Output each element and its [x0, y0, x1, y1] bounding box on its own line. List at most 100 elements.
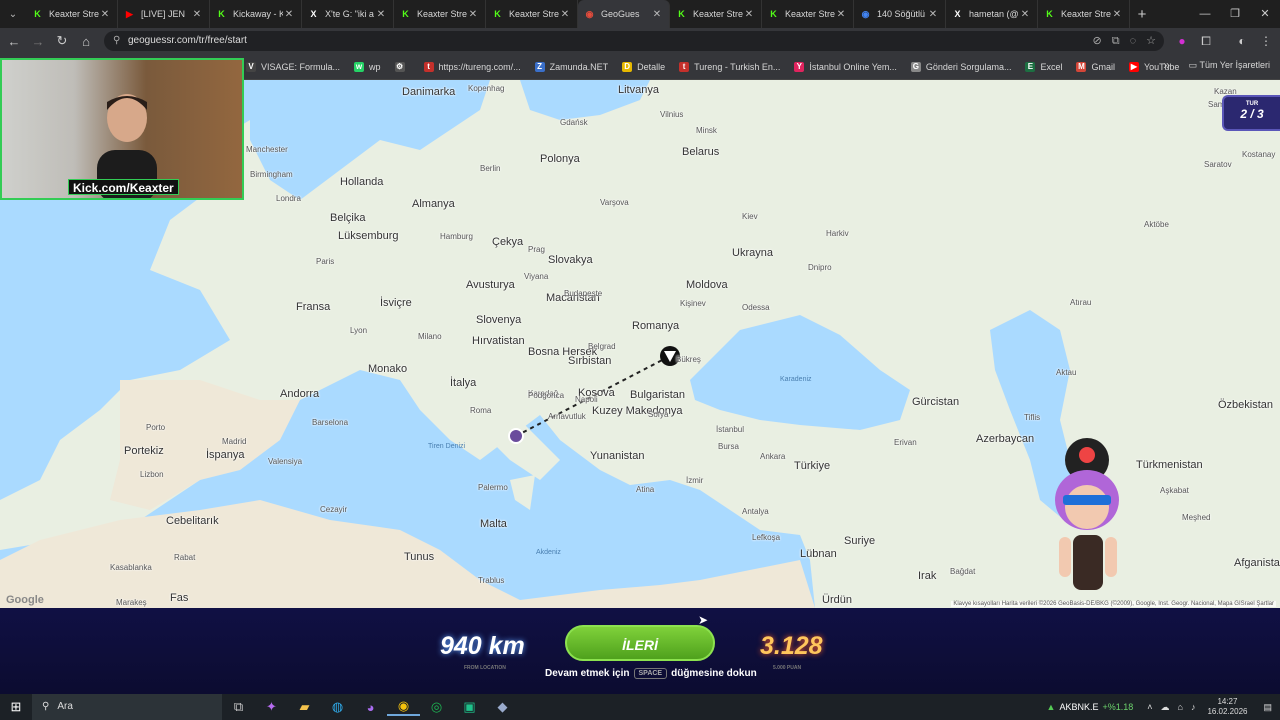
- task-view-icon[interactable]: ⧉: [222, 699, 255, 715]
- spotify-icon[interactable]: ◎: [420, 699, 453, 715]
- site-info-icon[interactable]: ⚲: [113, 31, 120, 51]
- map-label: Lyon: [350, 326, 368, 335]
- tab-close-icon[interactable]: ✕: [191, 9, 203, 20]
- stock-chart-icon: ▲: [1046, 702, 1056, 712]
- file-explorer-icon[interactable]: ▰: [288, 699, 321, 715]
- tab-close-icon[interactable]: ✕: [559, 9, 571, 20]
- bookmark-item[interactable]: Y İstanbul Online Yem...: [794, 61, 897, 72]
- tab-close-icon[interactable]: ✕: [467, 9, 479, 20]
- eye-off-icon[interactable]: ⊘: [1093, 31, 1102, 51]
- tab-item[interactable]: Xhametan (@ ✕: [946, 0, 1038, 28]
- extension-icon[interactable]: ●: [1172, 31, 1192, 51]
- minimize-icon[interactable]: —: [1190, 0, 1220, 28]
- copilot-icon[interactable]: ✦: [255, 699, 288, 715]
- bookmark-star-icon[interactable]: ☆: [1146, 31, 1156, 51]
- tab-close-icon[interactable]: ✕: [927, 9, 939, 20]
- bookmark-item[interactable]: t Tureng - Turkish En...: [679, 61, 780, 72]
- new-tab-button[interactable]: +: [1130, 6, 1154, 23]
- steam-icon[interactable]: ◆: [486, 699, 519, 715]
- bookmark-item[interactable]: E Excel: [1025, 61, 1062, 72]
- map-label: Danimarka: [402, 86, 456, 98]
- bookmark-item[interactable]: D Detalle: [622, 61, 665, 72]
- bookmark-item[interactable]: ▶ YouTube: [1128, 61, 1179, 72]
- distance-caption: FROM LOCATION: [464, 665, 506, 671]
- map-label: İspanya: [206, 449, 245, 461]
- bookmark-favicon-icon: ▶: [1128, 61, 1139, 72]
- tab-title: Keaxter Strea: [785, 9, 835, 19]
- tab-close-icon[interactable]: ✕: [99, 9, 111, 20]
- extensions-puzzle-icon[interactable]: ⧠: [1196, 31, 1216, 51]
- bookmark-item[interactable]: V VISAGE: Formula...: [246, 61, 340, 72]
- tab-close-icon[interactable]: ✕: [835, 9, 847, 20]
- map-label: Avusturya: [466, 279, 515, 291]
- tray-overflow-icon[interactable]: ˄: [1147, 702, 1152, 712]
- tab-close-icon[interactable]: ✕: [283, 9, 295, 20]
- bookmark-item[interactable]: Z Zamunda.NET: [534, 61, 608, 72]
- tab-item[interactable]: K Keaxter Strea ✕: [486, 0, 578, 28]
- tab-item[interactable]: X X'te G: "iki a ✕: [302, 0, 394, 28]
- guess-marker[interactable]: [508, 428, 524, 444]
- next-round-button[interactable]: İLERİ: [565, 625, 715, 661]
- tab-close-icon[interactable]: ✕: [651, 9, 663, 20]
- stock-name[interactable]: AKBNK.E: [1059, 702, 1098, 712]
- forward-icon[interactable]: →: [26, 34, 50, 49]
- tab-close-icon[interactable]: ✕: [1019, 9, 1031, 20]
- map-label: Belarus: [682, 146, 720, 158]
- map-label: Viyana: [524, 272, 549, 281]
- address-bar[interactable]: ⚲ geoguessr.com/tr/free/start ⊘ ⧉ ◌ ☆: [104, 31, 1164, 51]
- bookmark-item[interactable]: M Gmail: [1076, 61, 1115, 72]
- windows-start-icon[interactable]: ⊞: [0, 699, 32, 715]
- map-label: Polonya: [540, 153, 580, 165]
- mascot-avatar: [1055, 438, 1119, 590]
- bookmark-item[interactable]: ⚙: [394, 61, 410, 72]
- clock[interactable]: 14:27 16.02.2026: [1207, 697, 1247, 717]
- chrome-icon[interactable]: ◉: [387, 698, 420, 716]
- tab-item[interactable]: K Keaxter Strea ✕: [670, 0, 762, 28]
- network-icon[interactable]: ⌂: [1178, 702, 1183, 712]
- app-icon[interactable]: ▣: [453, 699, 486, 715]
- edge-icon[interactable]: ◍: [321, 699, 354, 715]
- close-window-icon[interactable]: ✕: [1250, 0, 1280, 28]
- map-label: Kiev: [742, 212, 758, 221]
- bookmark-item[interactable]: w wp: [354, 61, 381, 72]
- volume-icon[interactable]: ♪: [1191, 702, 1196, 712]
- back-icon[interactable]: ←: [2, 34, 26, 49]
- tab-close-icon[interactable]: ✕: [743, 9, 755, 20]
- taskbar-search[interactable]: ⚲ Ara: [32, 694, 222, 720]
- map-label: Ankara: [760, 452, 786, 461]
- install-icon[interactable]: ⧉: [1112, 31, 1120, 51]
- menu-icon[interactable]: ⋮: [1256, 31, 1276, 51]
- tab-item[interactable]: K Keaxter Strea ✕: [762, 0, 854, 28]
- tab-item[interactable]: K Kickaway - K ✕: [210, 0, 302, 28]
- tab-item[interactable]: ◉ 140 Söğütlü ✕: [854, 0, 946, 28]
- map-label: Romanya: [632, 320, 680, 332]
- tab-search-chevron-icon[interactable]: ⌄: [0, 9, 26, 20]
- hint-suffix: düğmesine dokun: [671, 668, 757, 679]
- tab-item[interactable]: K Keaxter Strea ✕: [1038, 0, 1130, 28]
- discord-icon[interactable]: ◕: [354, 700, 387, 715]
- tab-favicon-icon: K: [770, 8, 777, 19]
- notifications-icon[interactable]: ▤: [1263, 702, 1272, 713]
- restore-icon[interactable]: ❐: [1220, 0, 1250, 28]
- map-label: İstanbul: [716, 425, 745, 434]
- bookmark-favicon-icon: ⚙: [394, 61, 405, 72]
- tab-item[interactable]: ◉ GeoGues ✕: [578, 0, 670, 28]
- all-bookmarks-link[interactable]: ▭ Tüm Yer İşaretleri: [1189, 60, 1270, 71]
- tab-item[interactable]: K Keaxter Strea ✕: [394, 0, 486, 28]
- map-label: Paris: [316, 257, 335, 266]
- cloud-icon[interactable]: ☁: [1161, 702, 1170, 713]
- home-icon[interactable]: ⌂: [74, 34, 98, 49]
- tab-item[interactable]: K Keaxter Strea ✕: [26, 0, 118, 28]
- webcam-overlay: Kick.com/Keaxter: [0, 58, 244, 200]
- bookmarks-overflow-icon[interactable]: »: [1163, 58, 1170, 72]
- tab-item[interactable]: ▶ [LIVE] JEN ✕: [118, 0, 210, 28]
- tab-close-icon[interactable]: ✕: [1111, 9, 1123, 20]
- tab-close-icon[interactable]: ✕: [375, 9, 387, 20]
- reload-icon[interactable]: ↻: [50, 33, 74, 49]
- bookmark-item[interactable]: t https://tureng.com/...: [423, 61, 521, 72]
- tracking-icon[interactable]: ◌: [1130, 31, 1137, 51]
- profile-avatar[interactable]: ◐: [1232, 31, 1252, 51]
- bookmark-item[interactable]: G Gönderi Sorgulama...: [910, 61, 1011, 72]
- result-panel: 940 km FROM LOCATION İLERİ Devam etmek i…: [0, 608, 1280, 694]
- map-label: Ukrayna: [732, 247, 773, 259]
